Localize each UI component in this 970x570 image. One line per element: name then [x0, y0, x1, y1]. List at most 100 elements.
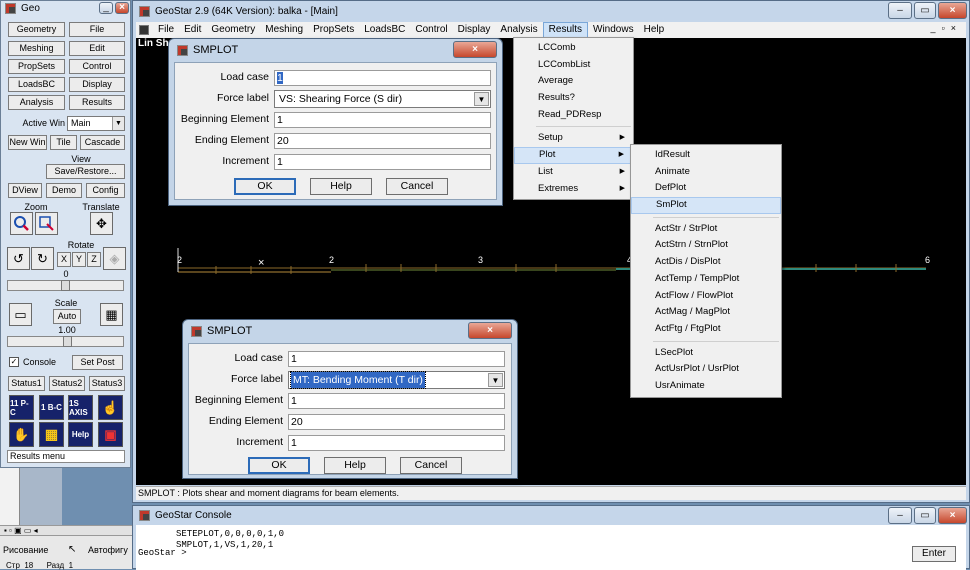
pc-tool-icon[interactable]: 11 P-C [9, 395, 34, 420]
config-button[interactable]: Config [86, 183, 125, 198]
save-restore-button[interactable]: Save/Restore... [46, 164, 125, 179]
scale-slider-thumb[interactable] [63, 336, 72, 347]
rotate-z-button[interactable]: Z [87, 252, 101, 267]
menu-plot[interactable]: Plot ▶ [514, 147, 633, 164]
load-case-field[interactable]: 1 [274, 70, 491, 86]
increment-field[interactable]: 1 [288, 435, 505, 451]
fit-view-icon[interactable]: ▭ [9, 303, 32, 326]
grid-icon[interactable]: ▦ [39, 422, 64, 447]
rotate-free-icon[interactable]: ◈ [103, 247, 126, 270]
menu-extremes[interactable]: Extremes ▶ [514, 181, 633, 198]
close-icon[interactable]: × [115, 2, 129, 14]
console-titlebar[interactable]: GeoStar Console [133, 506, 969, 525]
ok-button[interactable]: OK [248, 457, 310, 474]
menu-setup[interactable]: Setup ▶ [514, 130, 633, 147]
set-post-button[interactable]: Set Post [72, 355, 123, 370]
menu-smplot[interactable]: SmPlot [631, 197, 781, 214]
axis-tool-icon[interactable]: 1S AXIS [68, 395, 93, 420]
drawing-menu[interactable]: Рисование [3, 545, 48, 555]
zoom-window-icon[interactable] [35, 212, 58, 235]
rotate-cw-icon[interactable]: ↻ [31, 247, 54, 270]
menu-propsets[interactable]: PropSets [308, 22, 359, 38]
begin-element-field[interactable]: 1 [288, 393, 505, 409]
end-element-field[interactable]: 20 [288, 414, 505, 430]
main-maximize-icon[interactable]: ▭ [914, 2, 936, 19]
scale-slider[interactable] [7, 336, 124, 347]
geometry-button[interactable]: Geometry [8, 22, 65, 37]
new-win-button[interactable]: New Win [8, 135, 47, 150]
force-label-select[interactable]: VS: Shearing Force (S dir) ▼ [274, 90, 491, 108]
menu-edit[interactable]: Edit [179, 22, 206, 38]
view-mode-icons[interactable]: ▪ ▫ ▣ ▭ ◂ [4, 526, 38, 535]
dialog-titlebar[interactable]: SMPLOT [183, 320, 517, 342]
menu-list[interactable]: List ▶ [514, 164, 633, 181]
cancel-button[interactable]: Cancel [400, 457, 462, 474]
force-label-select[interactable]: MT: Bending Moment (T dir) ▼ [288, 371, 505, 389]
help-button[interactable]: Help [324, 457, 386, 474]
menu-actftg[interactable]: ActFtg / FtgPlot [631, 321, 781, 338]
main-minimize-icon[interactable]: – [888, 2, 912, 19]
menu-usranimate[interactable]: UsrAnimate [631, 378, 781, 395]
scale-auto-button[interactable]: Auto [53, 309, 81, 324]
scale-pattern-icon[interactable]: ▦ [100, 303, 123, 326]
demo-button[interactable]: Demo [46, 183, 82, 198]
increment-field[interactable]: 1 [274, 154, 491, 170]
ok-button[interactable]: OK [234, 178, 296, 195]
status2-tab[interactable]: Status2 [49, 376, 85, 391]
dialog-close-icon[interactable]: × [468, 322, 512, 339]
dialog-close-icon[interactable]: × [453, 41, 497, 58]
book-icon[interactable]: ▣ [98, 422, 123, 447]
help-button[interactable]: Help [310, 178, 372, 195]
analysis-button[interactable]: Analysis [8, 95, 65, 110]
dview-button[interactable]: DView [8, 183, 42, 198]
meshing-button[interactable]: Meshing [8, 41, 65, 56]
display-button[interactable]: Display [69, 77, 125, 92]
zoom-in-icon[interactable] [10, 212, 33, 235]
rotate-y-button[interactable]: Y [72, 252, 86, 267]
rotate-ccw-icon[interactable]: ↺ [7, 247, 30, 270]
help-pointer-icon[interactable]: ☝ [98, 395, 123, 420]
main-titlebar[interactable]: GeoStar 2.9 (64K Version): balka - [Main… [133, 1, 969, 21]
menu-actstr[interactable]: ActStr / StrPlot [631, 221, 781, 238]
loadsbc-button[interactable]: LoadsBC [8, 77, 65, 92]
rotate-slider-thumb[interactable] [61, 280, 70, 291]
cursor-icon[interactable]: ↖ [68, 544, 76, 555]
enter-button[interactable]: Enter [912, 546, 956, 562]
menu-file[interactable]: File [153, 22, 179, 38]
menu-geometry[interactable]: Geometry [206, 22, 260, 38]
cancel-button[interactable]: Cancel [386, 178, 448, 195]
main-close-icon[interactable]: × [938, 2, 967, 19]
menu-windows[interactable]: Windows [588, 22, 639, 38]
menu-meshing[interactable]: Meshing [260, 22, 308, 38]
menu-acttemp[interactable]: ActTemp / TempPlot [631, 271, 781, 288]
bc-tool-icon[interactable]: 1 B-C [39, 395, 64, 420]
menu-results-query[interactable]: Results? [514, 90, 633, 107]
rotate-x-button[interactable]: X [57, 252, 71, 267]
propsets-button[interactable]: PropSets [8, 59, 65, 74]
menu-average[interactable]: Average [514, 73, 633, 90]
begin-element-field[interactable]: 1 [274, 112, 491, 128]
menu-actflow[interactable]: ActFlow / FlowPlot [631, 288, 781, 305]
status1-tab[interactable]: Status1 [8, 376, 45, 391]
menu-results[interactable]: Results [542, 22, 589, 38]
menu-read-pdresp[interactable]: Read_PDResp [514, 107, 633, 124]
menu-lccomb[interactable]: LCComb [514, 40, 633, 57]
console-checkbox[interactable]: ✓ [9, 357, 19, 367]
menu-actdis[interactable]: ActDis / DisPlot [631, 254, 781, 271]
menu-analysis[interactable]: Analysis [495, 22, 542, 38]
console-minimize-icon[interactable]: – [888, 507, 912, 524]
load-case-field[interactable]: 1 [288, 351, 505, 367]
help-icon[interactable]: Help [68, 422, 93, 447]
end-element-field[interactable]: 20 [274, 133, 491, 149]
autoshapes-menu[interactable]: Автофигу [88, 545, 128, 555]
mdi-system-icon[interactable] [139, 25, 149, 35]
menu-control[interactable]: Control [410, 22, 452, 38]
menu-actmag[interactable]: ActMag / MagPlot [631, 304, 781, 321]
menu-animate[interactable]: Animate [631, 164, 781, 181]
mdi-child-controls[interactable]: _▫× [931, 23, 962, 33]
minimize-icon[interactable]: _ [99, 2, 113, 14]
menu-loadsbc[interactable]: LoadsBC [359, 22, 410, 38]
translate-icon[interactable]: ✥ [90, 212, 113, 235]
results-button[interactable]: Results [69, 95, 125, 110]
menu-lccomblist[interactable]: LCCombList [514, 57, 633, 74]
